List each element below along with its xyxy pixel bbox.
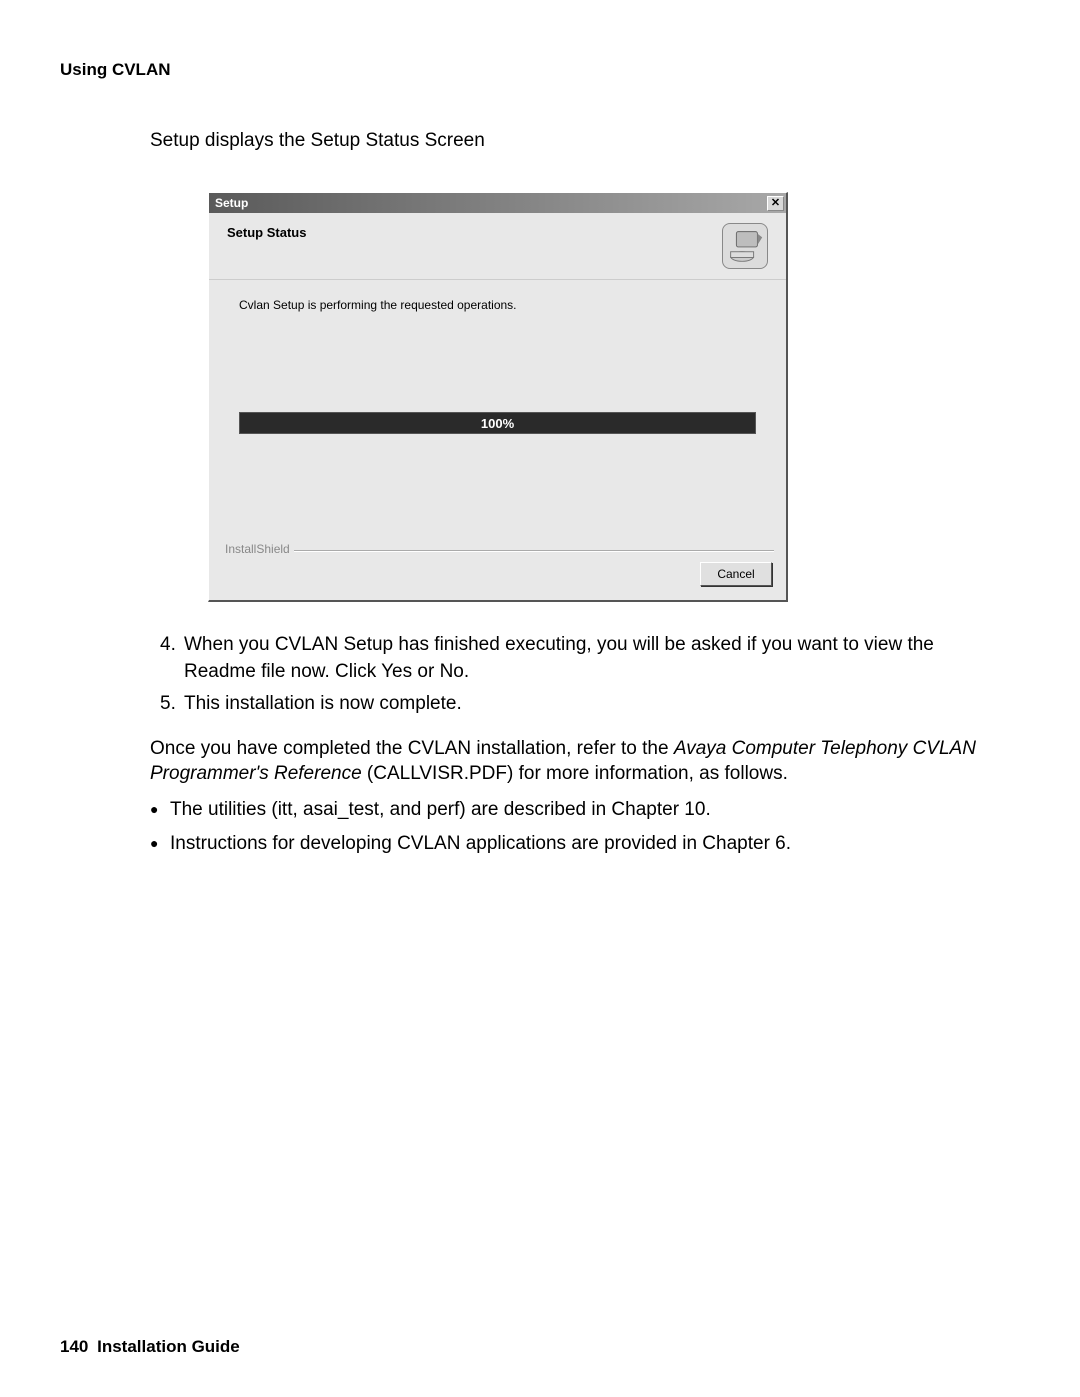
intro-text: Setup displays the Setup Status Screen [150,130,1020,152]
dialog-button-row: Cancel [209,552,786,600]
setup-dialog: Setup ✕ Setup Status Cvlan Setup is perf… [208,192,788,602]
footer-title: Installation Guide [97,1337,240,1356]
page-number: 140 [60,1337,88,1356]
page-footer: 140 Installation Guide [60,1337,240,1357]
bullet-dot-icon: ● [150,834,170,853]
installshield-divider: InstallShield [217,540,778,552]
bullet-text: The utilities (itt, asai_test, and perf)… [170,797,711,823]
numbered-steps: 4. When you CVLAN Setup has finished exe… [160,632,990,718]
step-number: 4. [160,632,184,685]
step-text: This installation is now complete. [184,691,462,718]
close-button[interactable]: ✕ [767,196,784,211]
bullet-text: Instructions for developing CVLAN applic… [170,831,791,857]
step-4: 4. When you CVLAN Setup has finished exe… [160,632,990,685]
step-text: When you CVLAN Setup has finished execut… [184,632,990,685]
bullet-dot-icon: ● [150,800,170,819]
dialog-header-pane: Setup Status [209,213,786,280]
cancel-button[interactable]: Cancel [700,562,772,586]
progress-bar: 100% [239,412,756,434]
para-pre: Once you have completed the CVLAN instal… [150,738,674,759]
reference-paragraph: Once you have completed the CVLAN instal… [150,736,990,787]
dialog-screenshot: Setup ✕ Setup Status Cvlan Setup is perf… [208,192,1020,602]
step-5: 5. This installation is now complete. [160,691,990,718]
installer-icon [722,223,768,269]
titlebar: Setup ✕ [209,193,786,213]
installshield-label: InstallShield [221,542,294,556]
status-text: Cvlan Setup is performing the requested … [239,298,756,312]
bullet-list: ● The utilities (itt, asai_test, and per… [150,797,990,856]
dialog-content: Cvlan Setup is performing the requested … [209,280,786,540]
para-post: (CALLVISR.PDF) for more information, as … [362,763,788,784]
bullet-item: ● The utilities (itt, asai_test, and per… [150,797,990,823]
dialog-body: Setup Status Cvlan Setup is performing t… [209,213,786,600]
dialog-header-title: Setup Status [227,223,306,240]
bullet-item: ● Instructions for developing CVLAN appl… [150,831,990,857]
section-header: Using CVLAN [60,60,1020,80]
step-number: 5. [160,691,184,718]
titlebar-text: Setup [215,196,248,210]
